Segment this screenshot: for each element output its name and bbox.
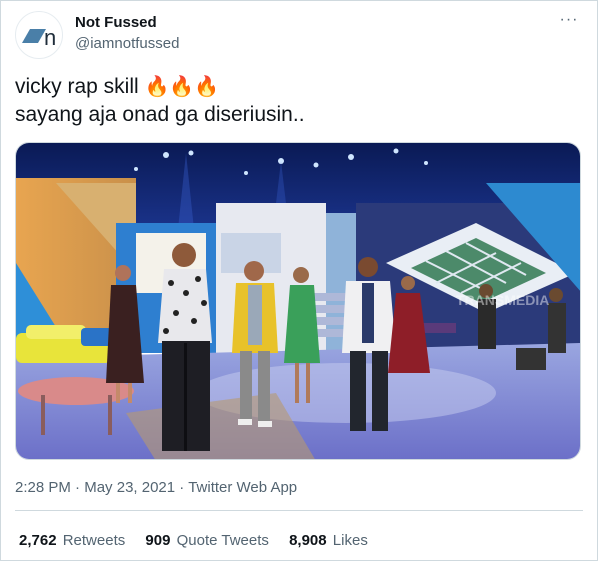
tweet-source[interactable]: Twitter Web App: [188, 479, 297, 496]
user-handle[interactable]: @iamnotfussed: [75, 34, 179, 54]
display-name[interactable]: Not Fussed: [75, 13, 179, 33]
divider: [15, 510, 583, 511]
likes-stat[interactable]: 8,908 Likes: [289, 531, 368, 551]
meta-separator: ·: [175, 479, 189, 496]
tweet-header: n Not Fussed @iamnotfussed ···: [15, 11, 583, 59]
likes-label: Likes: [332, 532, 368, 549]
user-info: Not Fussed @iamnotfussed: [75, 13, 179, 54]
likes-count: 8,908: [289, 532, 327, 549]
retweets-stat[interactable]: 2,762 Retweets: [19, 531, 125, 551]
avatar[interactable]: n: [15, 11, 63, 59]
video-watermark: TRANSMEDIA: [456, 292, 549, 308]
retweets-count: 2,762: [19, 532, 57, 549]
tweet-time[interactable]: 2:28 PM: [15, 479, 71, 496]
tweet-stats: 2,762 Retweets 909 Quote Tweets 8,908 Li…: [19, 531, 384, 551]
tweet-video-thumbnail[interactable]: TRANSMEDIA: [15, 142, 581, 460]
tweet-timestamp: 2:28 PM · May 23, 2021 · Twitter Web App: [15, 478, 297, 498]
retweets-label: Retweets: [62, 532, 126, 549]
tweet-date[interactable]: May 23, 2021: [84, 479, 175, 496]
tweet-line-1-text: vicky rap skill: [15, 75, 139, 98]
meta-separator: ·: [70, 479, 85, 496]
tweet-line-2: sayang aja onad ga diseriusin..: [15, 103, 305, 126]
quote-tweets-label: Quote Tweets: [176, 532, 269, 549]
quote-tweets-count: 909: [145, 532, 171, 549]
quote-tweets-stat[interactable]: 909 Quote Tweets: [145, 531, 268, 551]
fire-emoji-icon: 🔥🔥🔥: [144, 76, 220, 98]
more-options-icon[interactable]: ···: [557, 12, 581, 33]
tweet-card: n Not Fussed @iamnotfussed ··· vicky rap…: [0, 0, 598, 561]
tweet-text: vicky rap skill 🔥🔥🔥 sayang aja onad ga d…: [15, 73, 583, 129]
tweet-line-1: vicky rap skill 🔥🔥🔥: [15, 73, 583, 101]
stage-scene-image: TRANSMEDIA: [16, 143, 580, 459]
avatar-letter: n: [44, 25, 56, 50]
nf-logo-icon: n: [22, 25, 56, 50]
